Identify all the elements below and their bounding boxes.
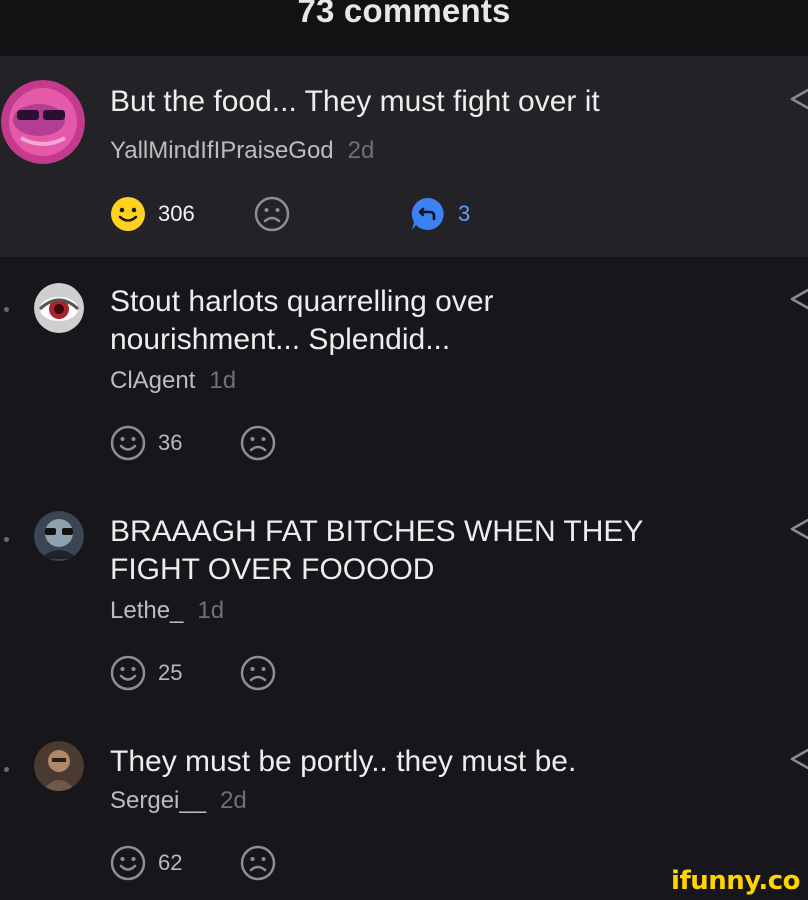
unsmile-button[interactable] (240, 423, 276, 463)
comments-header: 73 comments (0, 0, 808, 57)
frown-icon (240, 845, 276, 881)
smile-count: 25 (158, 660, 183, 685)
avatar[interactable] (34, 741, 84, 791)
comment-age: 1d (209, 367, 237, 394)
reply-bubble-icon (411, 197, 444, 230)
comment-text: They must be portly.. they must be. (110, 745, 577, 778)
unsmile-button[interactable] (240, 843, 276, 883)
comments-count-title: 73 comments (297, 0, 511, 29)
smile-count: 36 (158, 430, 183, 455)
thread-bullet (4, 307, 9, 312)
smile-button[interactable]: 306 (110, 194, 195, 234)
ifunny-watermark: ifunny.co (671, 866, 800, 896)
comment-item: Stout harlots quarrelling over nourishme… (0, 257, 808, 482)
comment-meta: Lethe_ 1d (110, 597, 224, 625)
smile-button[interactable]: 36 (110, 423, 182, 463)
unsmile-button[interactable] (254, 194, 290, 234)
frown-icon (240, 655, 276, 691)
smile-button[interactable]: 25 (110, 653, 182, 693)
avatar[interactable] (34, 511, 84, 561)
avatar[interactable] (1, 80, 85, 164)
smile-count: 306 (158, 201, 195, 226)
smile-icon (110, 845, 146, 881)
share-icon[interactable] (788, 287, 808, 311)
comment-text: BRAAAGH FAT BITCHES WHEN THEY FIGHT OVER… (110, 515, 643, 586)
comment-actions: 25 (110, 653, 310, 693)
comment-actions: 62 (110, 843, 310, 883)
avatar[interactable] (34, 283, 84, 333)
frown-icon (240, 425, 276, 461)
comment-meta: ClAgent 1d (110, 367, 236, 395)
smile-button[interactable]: 62 (110, 843, 182, 883)
smile-icon (110, 425, 146, 461)
comment-item: BRAAAGH FAT BITCHES WHEN THEY FIGHT OVER… (0, 487, 808, 712)
username[interactable]: Sergei__ (110, 787, 206, 814)
share-icon[interactable] (788, 747, 808, 771)
frown-icon (254, 196, 290, 232)
username[interactable]: Lethe_ (110, 597, 183, 624)
comment-meta: Sergei__ 2d (110, 787, 247, 815)
comment-text: Stout harlots quarrelling over nourishme… (110, 285, 494, 356)
share-icon[interactable] (788, 517, 808, 541)
smile-count: 62 (158, 850, 183, 875)
comment-age: 1d (197, 597, 225, 624)
smile-icon (110, 655, 146, 691)
username[interactable]: YallMindIfIPraiseGod (110, 137, 334, 164)
share-icon[interactable] (788, 87, 808, 111)
comment-meta: YallMindIfIPraiseGod 2d (110, 137, 374, 165)
thread-bullet (4, 537, 9, 542)
comment-item: But the food... They must fight over it … (0, 57, 808, 257)
username[interactable]: ClAgent (110, 367, 195, 394)
replies-button[interactable]: 3 (410, 194, 470, 234)
comment-actions: 36 (110, 423, 310, 463)
smile-active-icon (111, 197, 145, 231)
reply-count: 3 (458, 201, 471, 226)
comment-age: 2d (220, 787, 247, 814)
comment-actions: 306 3 (110, 194, 510, 234)
comment-age: 2d (347, 137, 375, 164)
thread-bullet (4, 767, 9, 772)
comment-text: But the food... They must fight over it (110, 85, 600, 118)
unsmile-button[interactable] (240, 653, 276, 693)
